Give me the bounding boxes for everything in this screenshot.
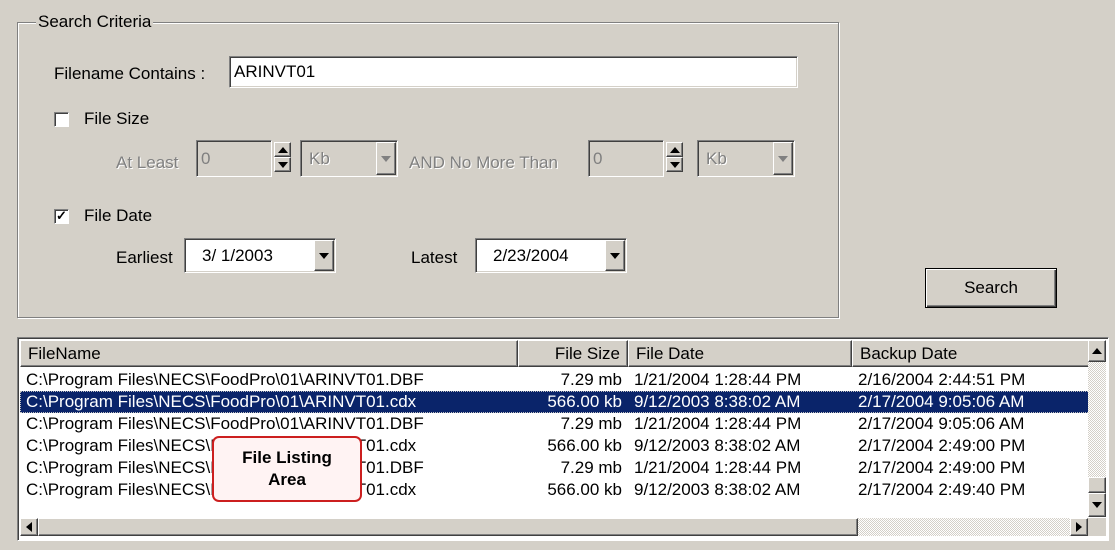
no-more-than-unit-combo: Kb [697,140,795,177]
cell-file-size: 566.00 kb [547,480,622,499]
file-list[interactable]: FileName File Size File Date Backup Date… [17,337,1109,541]
scroll-right-button[interactable] [1070,518,1088,536]
chevron-down-icon [319,252,329,259]
left-arrow-icon [26,522,32,532]
file-size-label: File Size [84,109,150,128]
no-more-than-input [589,141,663,176]
up-arrow-icon [277,146,288,153]
cell-file-size: 7.29 mb [560,458,622,477]
cell-backup-date: 2/17/2004 9:05:06 AM [858,392,1025,411]
file-list-header: FileName File Size File Date Backup Date [20,340,1090,367]
chevron-down-icon [778,155,788,162]
filename-contains-input[interactable] [230,57,797,87]
chevron-down-icon [610,252,620,259]
column-header-file-date[interactable]: File Date [628,340,852,367]
at-least-input-box [196,140,272,177]
up-arrow-icon [1092,348,1102,354]
at-least-label: At Least [116,153,179,172]
no-more-than-unit-dropdown-button [773,142,793,175]
up-arrow-icon [669,146,680,153]
cell-file-size: 566.00 kb [547,436,622,455]
filename-contains-label: Filename Contains : [54,64,206,83]
latest-date-dropdown-button[interactable] [605,240,625,271]
at-least-unit-value: Kb [309,149,330,168]
cell-filename: C:\Program Files\NECS\FoodPro\01\ARINVT0… [26,392,417,411]
scroll-left-button[interactable] [20,518,38,536]
right-arrow-icon [1076,522,1082,532]
at-least-input [197,141,271,176]
cell-backup-date: 2/17/2004 2:49:00 PM [858,436,1026,455]
column-header-backup-date[interactable]: Backup Date [852,340,1090,367]
scroll-up-button[interactable] [1088,340,1106,362]
search-criteria-title: Search Criteria [36,12,154,32]
cell-backup-date: 2/17/2004 2:49:40 PM [858,480,1026,499]
callout-line-1: File Listing [242,448,332,467]
down-arrow-icon [277,161,288,168]
vertical-scroll-track[interactable] [1088,362,1106,493]
file-date-checkbox[interactable]: ✓ [54,209,69,224]
cell-backup-date: 2/17/2004 9:05:06 AM [858,414,1025,433]
column-header-file-size[interactable]: File Size [518,340,628,367]
file-date-label: File Date [84,206,153,225]
spin-up-button [274,142,291,157]
scrollbar-corner [1088,518,1106,536]
earliest-date-picker[interactable]: 3/ 1/2003 [184,238,336,273]
scroll-down-button[interactable] [1088,493,1106,517]
latest-label: Latest [411,248,458,267]
filename-contains-input-box[interactable] [229,56,798,88]
table-row[interactable]: C:\Program Files\NECS\FoodPro\01\ARINVT0… [20,413,1090,435]
latest-date-value: 2/23/2004 [493,246,569,265]
down-arrow-icon [1092,502,1102,508]
spin-up-button [666,142,683,157]
cell-file-size: 7.29 mb [560,414,622,433]
table-row[interactable]: C:\Program Files\NECS\FoodPro\01\ARINVT0… [20,369,1090,391]
at-least-spinner [274,142,291,172]
cell-file-size: 566.00 kb [547,392,622,411]
file-list-rows: C:\Program Files\NECS\FoodPro\01\ARINVT0… [20,369,1090,501]
earliest-label: Earliest [116,248,173,267]
no-more-than-label: AND No More Than [409,153,558,172]
table-row[interactable]: C:\Program Files\NECS\FoodPro\01\ARINVT0… [20,479,1090,501]
vertical-scroll-thumb[interactable] [1088,477,1106,493]
cell-file-date: 1/21/2004 1:28:44 PM [634,370,802,389]
spin-down-button [274,157,291,172]
table-row[interactable]: C:\Program Files\NECS\FoodPro\01\ARINVT0… [20,457,1090,479]
down-arrow-icon [669,161,680,168]
earliest-date-dropdown-button[interactable] [314,240,334,271]
cell-filename: C:\Program Files\NECS\FoodPro\01\ARINVT0… [26,414,424,433]
at-least-unit-dropdown-button [376,142,396,175]
no-more-than-unit-value: Kb [706,149,727,168]
callout-line-2: Area [268,470,306,489]
horizontal-scrollbar[interactable] [20,518,1088,536]
latest-date-picker[interactable]: 2/23/2004 [475,238,627,273]
search-button[interactable]: Search [925,268,1057,308]
cell-backup-date: 2/17/2004 2:49:00 PM [858,458,1026,477]
cell-file-date: 9/12/2003 8:38:02 AM [634,392,801,411]
cell-backup-date: 2/16/2004 2:44:51 PM [858,370,1026,389]
cell-file-date: 9/12/2003 8:38:02 AM [634,436,801,455]
file-listing-area-callout: File Listing Area [212,436,362,502]
earliest-date-value: 3/ 1/2003 [202,246,273,265]
cell-filename: C:\Program Files\NECS\FoodPro\01\ARINVT0… [26,370,424,389]
horizontal-scroll-track[interactable] [858,518,1070,536]
no-more-than-input-box [588,140,664,177]
at-least-unit-combo: Kb [300,140,398,177]
column-header-filename[interactable]: FileName [20,340,518,367]
table-row[interactable]: C:\Program Files\NECS\FoodPro\01\ARINVT0… [20,435,1090,457]
cell-file-date: 1/21/2004 1:28:44 PM [634,458,802,477]
table-row-selected[interactable]: C:\Program Files\NECS\FoodPro\01\ARINVT0… [20,391,1090,413]
cell-file-date: 9/12/2003 8:38:02 AM [634,480,801,499]
cell-file-date: 1/21/2004 1:28:44 PM [634,414,802,433]
horizontal-scroll-thumb[interactable] [38,518,858,536]
vertical-scrollbar[interactable] [1088,340,1106,517]
chevron-down-icon [381,155,391,162]
no-more-than-spinner [666,142,683,172]
cell-file-size: 7.29 mb [560,370,622,389]
file-size-checkbox[interactable] [54,112,69,127]
spin-down-button [666,157,683,172]
